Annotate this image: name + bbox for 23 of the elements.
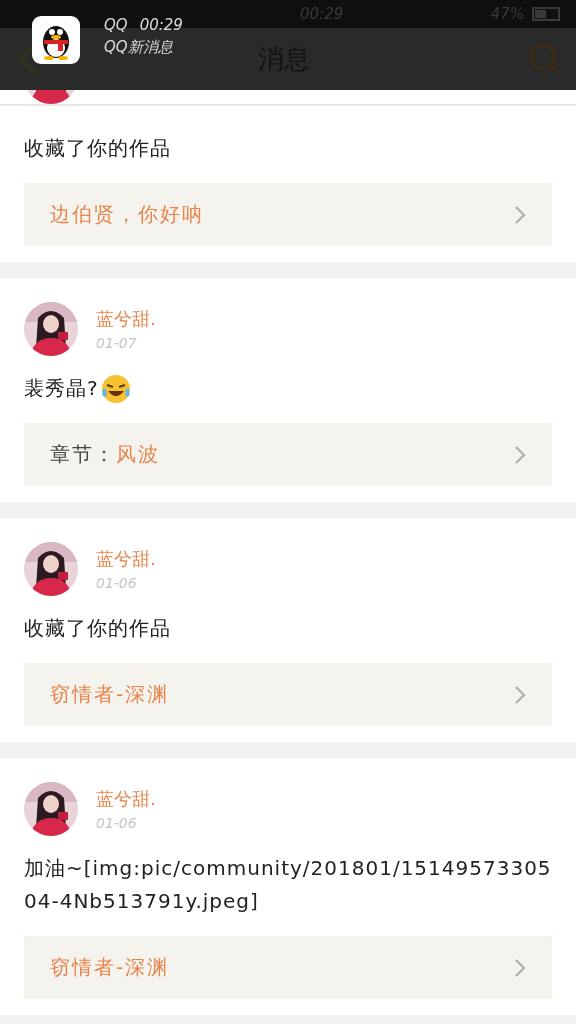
message-date: 01-06 bbox=[96, 815, 138, 831]
work-link[interactable]: 章节：风波 bbox=[24, 423, 552, 486]
battery-icon bbox=[532, 7, 562, 21]
chevron-right-icon bbox=[514, 444, 526, 465]
message-date: 01-06 bbox=[96, 575, 138, 591]
user-name[interactable]: 蓝兮甜. bbox=[96, 787, 156, 811]
message-text: 收藏了你的作品 bbox=[24, 615, 171, 642]
work-link[interactable]: 窃情者-深渊 bbox=[24, 936, 552, 999]
notification-time: 00:29 bbox=[139, 16, 183, 34]
notification-text: QQ新消息 bbox=[104, 38, 174, 57]
user-name[interactable]: 蓝兮甜. bbox=[96, 547, 156, 571]
message-text: 加油~[img:pic/community/201801/1514957330504-4Nb513791y.jpeg] bbox=[24, 855, 552, 915]
user-name[interactable]: 蓝兮甜. bbox=[96, 307, 156, 331]
work-link[interactable]: 窃情者-深渊 bbox=[24, 663, 552, 726]
penguin-app-icon[interactable] bbox=[32, 16, 80, 64]
message-text: 收藏了你的作品 bbox=[24, 135, 171, 162]
work-link[interactable]: 边伯贤，你好呐 bbox=[24, 183, 552, 246]
notification-app: QQ bbox=[104, 16, 128, 34]
message-date: 01-07 bbox=[96, 335, 138, 351]
chevron-right-icon bbox=[514, 684, 526, 705]
chevron-right-icon bbox=[514, 957, 526, 978]
chevron-right-icon bbox=[514, 204, 526, 225]
message-text: 裴秀晶? bbox=[24, 375, 99, 402]
